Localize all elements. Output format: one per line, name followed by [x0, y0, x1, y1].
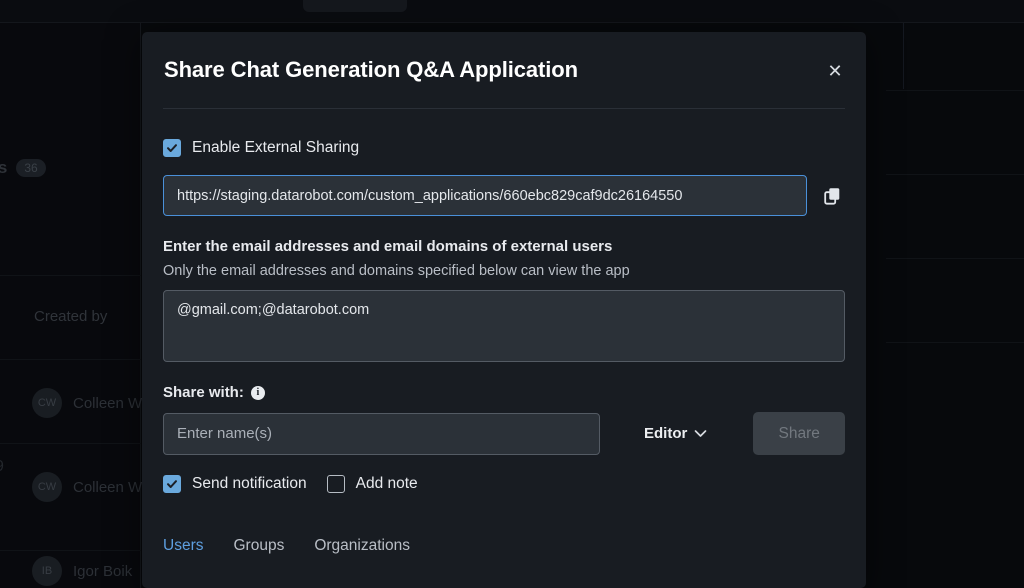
- background-resources-badge: 36: [16, 159, 45, 177]
- share-url-row: [163, 175, 845, 216]
- background-left-panel: [0, 23, 141, 588]
- share-tabs: Users Groups Organizations: [163, 537, 845, 557]
- share-button[interactable]: Share: [753, 412, 845, 455]
- close-icon[interactable]: ✕: [822, 58, 848, 84]
- role-dropdown-value: Editor: [644, 425, 687, 442]
- enable-external-sharing-checkbox[interactable]: [163, 139, 181, 157]
- background-topbar: [0, 0, 1024, 22]
- background-topbar-divider: [0, 22, 1024, 23]
- tab-organizations[interactable]: Organizations: [314, 537, 410, 557]
- share-with-row: Editor Share: [163, 412, 845, 455]
- background-user-name: Igor Boik: [73, 563, 132, 580]
- add-note-label[interactable]: Add note: [356, 475, 418, 493]
- background-user-name: Colleen W: [73, 395, 142, 412]
- share-url-input[interactable]: [163, 175, 807, 216]
- background-resources-text: urces: [0, 158, 7, 178]
- page-title: Share Chat Generation Q&A Application: [164, 57, 578, 83]
- share-with-label: Share with:: [163, 384, 244, 401]
- share-modal: Share Chat Generation Q&A Application ✕ …: [142, 32, 866, 588]
- avatar: CW: [32, 472, 62, 502]
- chevron-down-icon: [694, 429, 707, 438]
- send-notification-row[interactable]: Send notification: [163, 475, 307, 493]
- avatar: CW: [32, 388, 62, 418]
- share-names-input[interactable]: [163, 413, 600, 455]
- background-top-pill: [303, 0, 407, 12]
- modal-header: Share Chat Generation Q&A Application ✕: [142, 32, 866, 108]
- notification-options-row: Send notification Add note: [163, 475, 845, 493]
- background-created-by-header: Created by: [34, 308, 107, 325]
- enable-external-sharing-row[interactable]: Enable External Sharing: [163, 139, 845, 157]
- background-column-divider: [903, 23, 904, 89]
- send-notification-label[interactable]: Send notification: [192, 475, 307, 493]
- tab-groups[interactable]: Groups: [233, 537, 284, 557]
- modal-body: Enable External Sharing Enter the email …: [142, 109, 866, 557]
- tab-users[interactable]: Users: [163, 537, 203, 557]
- background-user-row: CW Colleen W: [32, 388, 142, 418]
- send-notification-checkbox[interactable]: [163, 475, 181, 493]
- email-section-subheading: Only the email addresses and domains spe…: [163, 263, 845, 279]
- email-domains-textarea[interactable]: [163, 290, 845, 362]
- background-user-name: Colleen W: [73, 479, 142, 496]
- background-user-row: IB Igor Boik: [32, 556, 132, 586]
- role-dropdown[interactable]: Editor: [644, 425, 707, 442]
- background-resources-label: urces 36: [0, 158, 46, 178]
- email-section-heading: Enter the email addresses and email doma…: [163, 238, 845, 255]
- enable-external-sharing-label[interactable]: Enable External Sharing: [192, 139, 359, 157]
- background-right-column: [886, 23, 1024, 588]
- share-with-label-row: Share with: i: [163, 384, 845, 401]
- background-left-number: 9: [0, 458, 4, 476]
- copy-icon[interactable]: [819, 181, 845, 211]
- background-user-row: CW Colleen W: [32, 472, 142, 502]
- add-note-checkbox[interactable]: [327, 475, 345, 493]
- add-note-row[interactable]: Add note: [327, 475, 418, 493]
- avatar: IB: [32, 556, 62, 586]
- screen: urces 36 9 Created by CW Colleen W CW Co…: [0, 0, 1024, 588]
- info-icon[interactable]: i: [251, 386, 265, 400]
